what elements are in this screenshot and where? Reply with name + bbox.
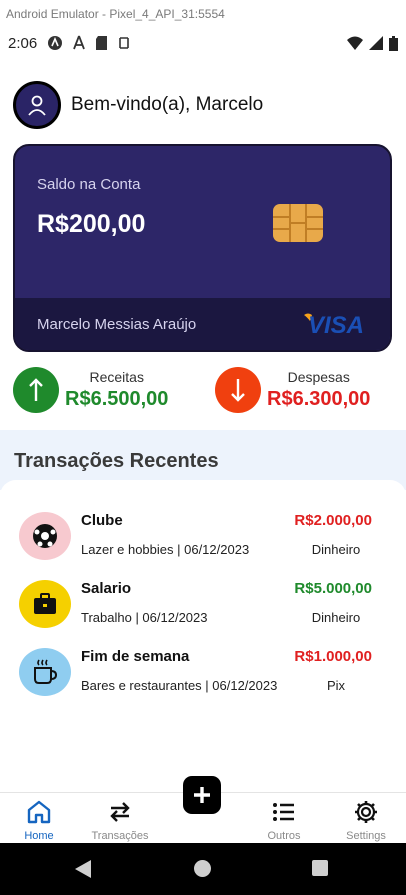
wifi-icon	[347, 36, 363, 50]
sync-icon	[119, 37, 130, 49]
user-icon	[28, 95, 46, 116]
transaction-category-badge	[19, 648, 71, 696]
status-bar: 2:06	[0, 28, 406, 58]
status-notification-icons	[47, 35, 131, 51]
card-chip-icon	[273, 204, 323, 242]
transaction-item[interactable]: Salario Trabalho | 06/12/2023 R$5.000,00…	[0, 580, 406, 636]
transaction-amount: R$2.000,00	[294, 512, 372, 529]
visa-logo-icon: VISA	[304, 312, 364, 337]
sd-card-icon	[96, 36, 108, 50]
income-value: R$6.500,00	[65, 388, 169, 410]
gear-icon	[355, 801, 377, 823]
expense-value: R$6.300,00	[267, 388, 371, 410]
welcome-header: Bem-vindo(a), Marcelo	[13, 81, 263, 129]
transactions-list: Clube Lazer e hobbies | 06/12/2023 R$2.0…	[0, 480, 406, 792]
arrow-up-icon	[29, 378, 43, 401]
expense-label: Despesas	[287, 369, 350, 385]
transaction-title: Fim de semana	[81, 648, 190, 665]
briefcase-icon	[34, 593, 56, 614]
android-studio-icon	[73, 35, 86, 50]
transaction-method: Dinheiro	[311, 610, 361, 625]
nav-transactions-label: Transações	[91, 830, 149, 842]
nav-others[interactable]: Outros	[244, 793, 324, 844]
card-footer: Marcelo Messias Araújo VISA	[15, 298, 390, 350]
status-time: 2:06	[8, 34, 38, 52]
nav-settings[interactable]: Settings	[326, 793, 406, 844]
add-transaction-button[interactable]	[183, 776, 221, 814]
battery-icon	[389, 35, 398, 51]
account-card[interactable]: Saldo na Conta R$200,00 Marcelo Messias …	[13, 144, 392, 352]
transaction-item[interactable]: Clube Lazer e hobbies | 06/12/2023 R$2.0…	[0, 512, 406, 568]
home-icon	[27, 800, 51, 824]
plus-icon	[194, 787, 210, 803]
balance-value: R$200,00	[37, 210, 146, 238]
income-circle	[13, 367, 59, 413]
nav-settings-label: Settings	[346, 830, 386, 842]
summary-panel: Receitas R$6.500,00 Despesas R$6.300,00	[0, 360, 406, 430]
expense-circle	[215, 367, 261, 413]
emulator-title: Android Emulator - Pixel_4_API_31:5554	[6, 7, 225, 21]
transaction-subtitle: Trabalho | 06/12/2023	[81, 610, 208, 625]
cell-signal-icon	[369, 36, 383, 50]
emulator-title-bar: Android Emulator - Pixel_4_API_31:5554	[0, 0, 406, 28]
card-holder-name: Marcelo Messias Araújo	[37, 315, 197, 333]
balance-label: Saldo na Conta	[37, 176, 141, 193]
list-icon	[273, 803, 294, 821]
home-circle-icon[interactable]	[194, 860, 211, 877]
nav-home-label: Home	[24, 830, 54, 842]
transaction-amount: R$1.000,00	[294, 648, 372, 665]
transaction-category-badge	[19, 580, 71, 628]
recent-transactions-title: Transações Recentes	[14, 450, 219, 472]
recent-apps-icon[interactable]	[312, 860, 328, 876]
income-summary[interactable]: Receitas R$6.500,00	[13, 367, 168, 413]
nav-transactions[interactable]: Transações	[80, 793, 160, 844]
coffee-cup-icon	[34, 659, 58, 684]
transaction-amount: R$5.000,00	[294, 580, 372, 597]
transaction-method: Dinheiro	[311, 542, 361, 557]
back-icon[interactable]	[74, 859, 92, 879]
transaction-method: Pix	[326, 678, 346, 693]
arrow-down-icon	[231, 379, 245, 402]
transaction-title: Salario	[81, 580, 132, 597]
status-system-icons	[347, 35, 398, 51]
android-navigation-bar	[0, 843, 406, 895]
transaction-category-badge	[19, 512, 71, 560]
app-notification-icon	[48, 36, 63, 50]
avatar[interactable]	[13, 81, 61, 129]
nav-others-label: Outros	[267, 830, 301, 842]
transaction-title: Clube	[81, 512, 123, 529]
welcome-text: Bem-vindo(a), Marcelo	[71, 94, 264, 115]
transaction-item[interactable]: Fim de semana Bares e restaurantes | 06/…	[0, 648, 406, 704]
transaction-subtitle: Bares e restaurantes | 06/12/2023	[81, 678, 278, 693]
soccer-ball-icon	[33, 524, 57, 548]
nav-home[interactable]: Home	[0, 793, 79, 844]
transfer-arrows-icon	[110, 802, 130, 822]
income-label: Receitas	[89, 369, 144, 385]
visa-text: VISA	[308, 312, 364, 337]
expense-summary[interactable]: Despesas R$6.300,00	[215, 367, 370, 413]
transaction-subtitle: Lazer e hobbies | 06/12/2023	[81, 542, 250, 557]
